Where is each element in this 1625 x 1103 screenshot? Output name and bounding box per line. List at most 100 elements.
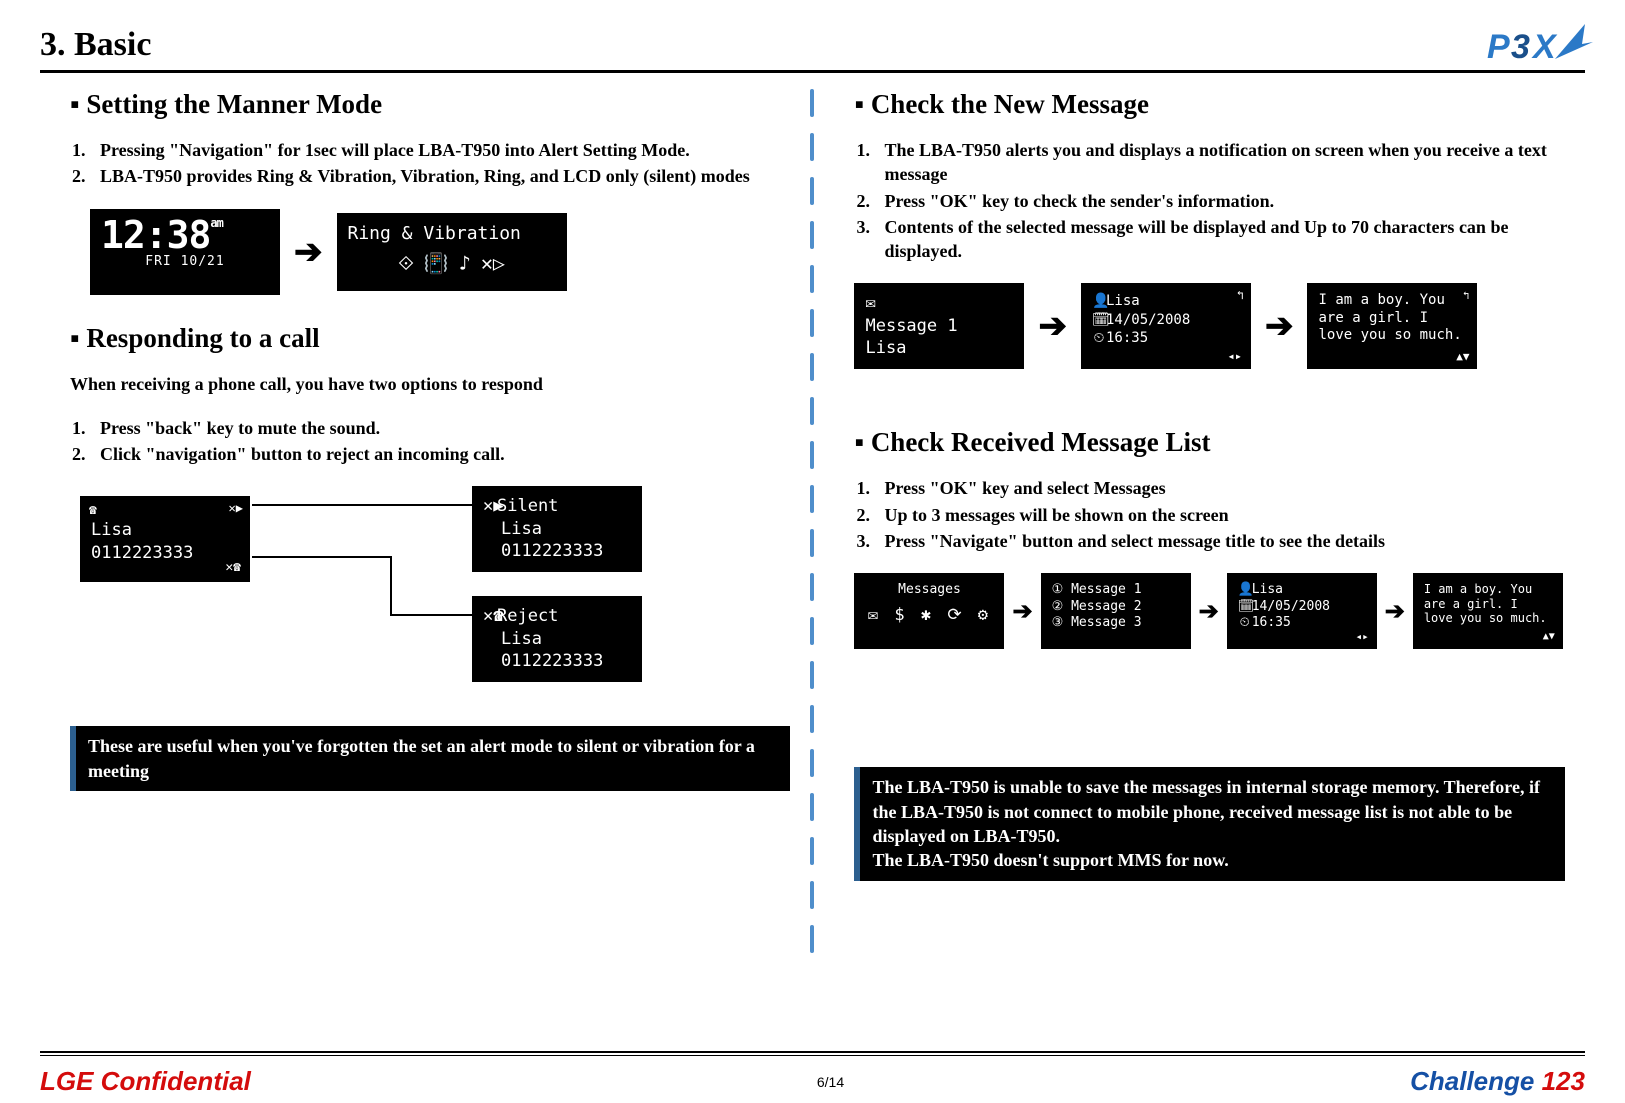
arrow-icon: ➔ [1385, 597, 1405, 626]
left-column: Setting the Manner Mode Pressing "Naviga… [40, 89, 810, 969]
list-item: The LBA-T950 alerts you and displays a n… [874, 138, 1565, 187]
sender-time: 16:35 [1106, 330, 1148, 346]
footer-rule [40, 1051, 1585, 1053]
lcd-clock: 12:38am FRI 10/21 [90, 209, 280, 295]
note-manner: These are useful when you've forgotten t… [70, 726, 790, 791]
scroll-icon: ▲▼ [1543, 631, 1555, 644]
list-item: Press "Navigate" button and select messa… [874, 529, 1565, 553]
nav-arrows-icon: ◂▸ [1355, 630, 1368, 644]
list-item: Press "OK" key and select Messages [874, 476, 1565, 500]
reject-label: Reject [497, 606, 558, 626]
list-item: LBA-T950 provides Ring & Vibration, Vibr… [90, 164, 790, 188]
list-item: Contents of the selected message will be… [874, 215, 1565, 264]
clock-time: 12:38 [101, 213, 210, 257]
lcd-ring-vibration: Ring & Vibration ⟐ 📳 ♪ ✕▷ [337, 213, 567, 291]
lcd-incoming-call: ✕▶ ☎ Lisa 0112223333 ✕☎ [80, 496, 250, 582]
responding-intro: When receiving a phone call, you have tw… [70, 372, 790, 396]
lcd-sender-info: ↰ 👤Lisa 🗓14/05/2008 ⏲16:35 ◂▸ [1081, 283, 1251, 369]
back-icon: ↰ [1463, 289, 1470, 302]
sender-time: 16:35 [1252, 615, 1291, 630]
lcd-message-body: I am a boy. You are a girl. I love you s… [1307, 283, 1477, 369]
notify-title: Message 1 [865, 315, 1013, 337]
responding-steps: Press "back" key to mute the sound. Clic… [70, 416, 790, 467]
message-body: I am a boy. You are a girl. I love you s… [1424, 582, 1552, 625]
back-icon: ↰ [1237, 288, 1244, 302]
section-title-manner-mode: Setting the Manner Mode [70, 89, 790, 120]
list-row: ③ Message 3 [1052, 615, 1180, 631]
silent-icon: ✕▷ [481, 251, 505, 275]
list-item: Pressing "Navigation" for 1sec will plac… [90, 138, 790, 162]
menu-icons: ✉ $ ✱ ⟳ ⚙ [865, 605, 993, 626]
caller-number: 0112223333 [91, 542, 239, 564]
svg-text:X: X [1531, 28, 1558, 66]
reject-bullet-icon: ✕☎ [483, 605, 497, 627]
alert-mode-icons: ⟐ 📳 ♪ ✕▷ [348, 251, 556, 275]
message-body: I am a boy. You are a girl. I love you s… [1318, 292, 1466, 345]
arrow-icon: ➔ [1012, 597, 1032, 626]
svg-text:3: 3 [1511, 28, 1530, 66]
confidential-label: LGE Confidential [40, 1066, 251, 1097]
lcd-message-body: I am a boy. You are a girl. I love you s… [1413, 573, 1563, 649]
message-list-steps: Press "OK" key and select Messages Up to… [854, 476, 1565, 553]
list-item: Up to 3 messages will be shown on the sc… [874, 503, 1565, 527]
calendar-icon: 🗓 [1238, 599, 1252, 615]
sender-name: Lisa [1252, 582, 1283, 597]
note-storage: The LBA-T950 is unable to save the messa… [854, 767, 1565, 880]
clock-ampm: am [210, 216, 222, 230]
title-rule [40, 70, 1585, 73]
reject-number: 0112223333 [483, 650, 631, 672]
list-row: ② Message 2 [1052, 599, 1180, 615]
section-title-responding: Responding to a call [70, 323, 790, 354]
reject-name: Lisa [483, 628, 631, 650]
connector [390, 614, 472, 616]
lcd-silent: ✕▶Silent Lisa 0112223333 [472, 486, 642, 572]
lcd-message-list: ① Message 1 ② Message 2 ③ Message 3 [1041, 573, 1191, 649]
p3x-logo: P 3 X [1485, 14, 1595, 66]
connector [252, 504, 472, 506]
list-item: Click "navigation" button to reject an i… [90, 442, 790, 466]
connector [252, 556, 392, 558]
footer-rule [40, 1055, 1585, 1056]
silent-bullet-icon: ✕▶ [483, 495, 497, 517]
section-title-new-message: Check the New Message [854, 89, 1565, 120]
silent-name: Lisa [483, 518, 631, 540]
list-row: ① Message 1 [1052, 582, 1180, 598]
ring-vib-icon: ⟐ [398, 251, 414, 275]
menu-title: Messages [865, 582, 993, 598]
manner-mode-screens: 12:38am FRI 10/21 ➔ Ring & Vibration ⟐ 📳… [90, 209, 790, 295]
lcd-messages-menu: Messages ✉ $ ✱ ⟳ ⚙ [854, 573, 1004, 649]
connector [390, 556, 392, 616]
silent-number: 0112223333 [483, 540, 631, 562]
scroll-icon: ▲▼ [1456, 350, 1469, 363]
lcd-message-notify: ✉ Message 1 Lisa [854, 283, 1024, 369]
person-icon: 👤 [1238, 582, 1252, 598]
section-title-message-list: Check Received Message List [854, 427, 1565, 458]
person-icon: 👤 [1092, 292, 1106, 310]
lcd-reject: ✕☎Reject Lisa 0112223333 [472, 596, 642, 682]
arrow-icon: ➔ [1265, 306, 1294, 346]
arrow-icon: ➔ [1038, 306, 1067, 346]
reject-icon: ✕☎ [225, 560, 241, 575]
page-title: 3. Basic [40, 26, 1585, 64]
new-message-screens: ✉ Message 1 Lisa ➔ ↰ 👤Lisa 🗓14/05/2008 ⏲… [854, 283, 1565, 369]
manner-mode-steps: Pressing "Navigation" for 1sec will plac… [70, 138, 790, 189]
list-item: Press "back" key to mute the sound. [90, 416, 790, 440]
new-message-steps: The LBA-T950 alerts you and displays a n… [854, 138, 1565, 263]
ring-title: Ring & Vibration [348, 222, 556, 245]
nav-arrows-icon: ◂▸ [1228, 349, 1242, 363]
vibration-icon: 📳 [424, 251, 449, 275]
calendar-icon: 🗓 [1092, 311, 1106, 329]
lcd-sender-info: 👤Lisa 🗓14/05/2008 ⏲16:35 ◂▸ [1227, 573, 1377, 649]
ring-icon: ♪ [459, 251, 471, 275]
responding-screens: ✕▶ ☎ Lisa 0112223333 ✕☎ ✕▶Silent Lisa 01… [80, 486, 790, 696]
sender-name: Lisa [1106, 293, 1140, 309]
footer: LGE Confidential 6/14 Challenge 123 [0, 1051, 1625, 1097]
right-column: Check the New Message The LBA-T950 alert… [814, 89, 1585, 969]
challenge-number: 123 [1542, 1066, 1585, 1096]
sender-date: 14/05/2008 [1106, 312, 1190, 328]
phone-icon: ☎ [89, 503, 97, 518]
page-number: 6/14 [817, 1074, 844, 1090]
envelope-icon: ✉ [865, 292, 1013, 314]
svg-text:P: P [1487, 28, 1510, 66]
message-list-screens: Messages ✉ $ ✱ ⟳ ⚙ ➔ ① Message 1 ② Messa… [854, 573, 1565, 649]
